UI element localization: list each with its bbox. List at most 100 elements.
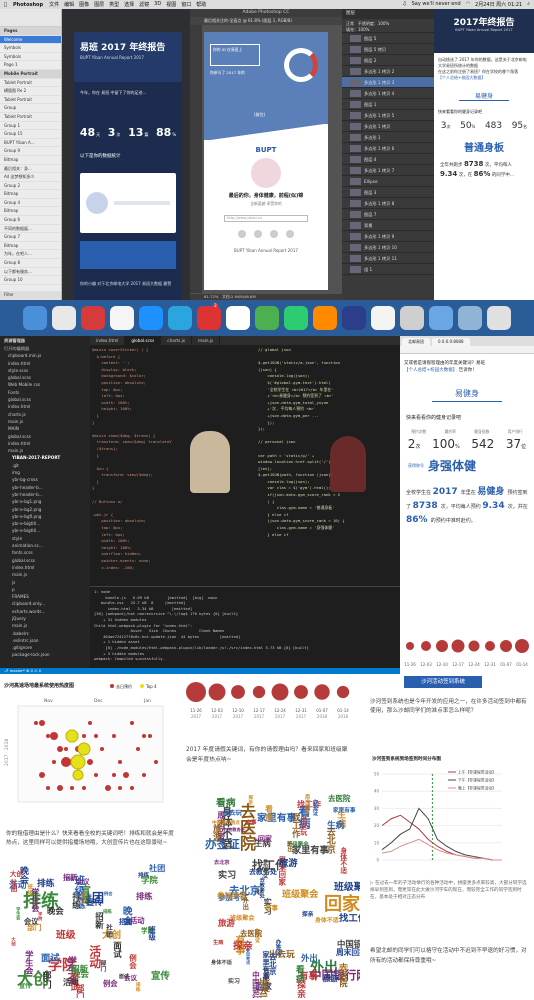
file-item[interactable]: index.html: [0, 403, 90, 410]
file-item[interactable]: YIBAN-2017-REPORT: [0, 454, 90, 461]
layer-item[interactable]: Group 7: [0, 233, 61, 242]
file-item[interactable]: js: [0, 579, 90, 586]
ps-document[interactable]: 你的 ID 在易班上 你参与了 2017 年的 (前往) BUPT 最后的你，身…: [204, 32, 328, 290]
terminal-output[interactable]: 1: node bundle.js 6.09 kB [emitted] [big…: [90, 586, 400, 668]
ps-layer-row[interactable]: 多边形 1 拷贝 2: [342, 66, 434, 77]
file-item[interactable]: ybr-header-b...: [0, 491, 90, 498]
file-item[interactable]: global.scss: [0, 396, 90, 403]
file-item[interactable]: ybr-header-b...: [0, 484, 90, 491]
layer-item[interactable]: 以下都有服务...: [0, 268, 61, 277]
ps-layer-row[interactable]: 图层 7: [342, 209, 434, 220]
menu-item[interactable]: 视图: [166, 1, 176, 8]
ps-layer-row[interactable]: 多边形 1 拷贝 7: [342, 165, 434, 176]
file-item[interactable]: global.scss: [0, 557, 90, 564]
layer-item[interactable]: Group 1: [0, 122, 61, 131]
menu-item[interactable]: 文件: [49, 1, 59, 8]
menu-item[interactable]: 3D: [154, 1, 161, 8]
menu-item[interactable]: 帮助: [196, 1, 206, 8]
layer-item[interactable]: Group 4: [0, 199, 61, 208]
file-item[interactable]: ybr-e-bgfl.png: [0, 513, 90, 520]
sketch-app-icon[interactable]: [313, 306, 337, 330]
layer-item[interactable]: BUPT Yiban A...: [0, 139, 61, 148]
file-item[interactable]: ybr-e-bg2.png: [0, 506, 90, 513]
file-item[interactable]: .babelrc: [0, 630, 90, 637]
share-icon[interactable]: [270, 230, 278, 238]
file-item[interactable]: jQuery: [0, 615, 90, 622]
share-icon[interactable]: [286, 230, 294, 238]
layer-item[interactable]: Bitmap: [0, 156, 61, 165]
ps-layer-row[interactable]: 图层 2: [342, 55, 434, 66]
ps-layer-row[interactable]: 多边形 1 拷贝 8: [342, 198, 434, 209]
layer-item[interactable]: Bitmap: [0, 190, 61, 199]
search-icon[interactable]: ⌕: [527, 1, 530, 8]
fill-field[interactable]: 填充：100%: [346, 27, 369, 32]
layer-item[interactable]: Mobile Portrait: [0, 69, 61, 79]
menu-item[interactable]: 图层: [94, 1, 104, 8]
file-item[interactable]: animation.sc...: [0, 542, 90, 549]
layer-item[interactable]: Tablet Portrait: [0, 79, 61, 88]
file-item[interactable]: .gitignore: [0, 644, 90, 651]
blend-mode-select[interactable]: 正常: [346, 21, 354, 26]
ps-layer-row[interactable]: 多边形 1 拷贝 5: [342, 110, 434, 121]
doc-url-input[interactable]: http://www.yiban.cn: [224, 215, 308, 222]
file-item[interactable]: style: [0, 535, 90, 542]
layer-item[interactable]: Group 2: [0, 182, 61, 191]
ps-layer-row[interactable]: 图层 1: [342, 99, 434, 110]
file-item[interactable]: MAIN: [0, 425, 90, 432]
layer-item[interactable]: Tablet Portrait: [0, 113, 61, 122]
layer-item[interactable]: Ad 这梦想知多少: [0, 173, 61, 182]
opacity-field[interactable]: 不透明度：100%: [358, 21, 389, 26]
share-icon[interactable]: [238, 230, 246, 238]
code-js[interactable]: // global json $.getJSON('static/a.json'…: [258, 347, 345, 538]
menu-item[interactable]: 滤镜: [139, 1, 149, 8]
layer-item[interactable]: Bitmap: [0, 207, 61, 217]
layer-item[interactable]: Bitmap: [0, 242, 61, 251]
now-playing[interactable]: Say we'll never end: [412, 1, 461, 8]
address-bar[interactable]: [400, 346, 534, 354]
layer-item[interactable]: Group 6: [0, 216, 61, 225]
ps-layer-row[interactable]: 多边形 1 拷贝: [342, 121, 434, 132]
file-item[interactable]: ybr-e-bg1.png: [0, 498, 90, 505]
layer-item[interactable]: 不同的数据展...: [0, 225, 61, 234]
photoshop-icon[interactable]: [342, 306, 366, 330]
safari-icon[interactable]: [52, 306, 76, 330]
layer-item[interactable]: Group 15: [0, 130, 61, 139]
file-item[interactable]: index.html: [0, 440, 90, 447]
file-item[interactable]: img: [0, 469, 90, 476]
ps-toolbar[interactable]: [190, 25, 202, 293]
ps-layer-row[interactable]: 多边形 1 拷贝 10: [342, 242, 434, 253]
layer-item[interactable]: 最后相关：身...: [0, 165, 61, 174]
ps-layer-row[interactable]: 多边形 1: [342, 132, 434, 143]
editor-tab[interactable]: global.scss: [125, 336, 162, 345]
layer-item[interactable]: Group 8: [0, 259, 61, 268]
telegram-icon[interactable]: [168, 306, 192, 330]
rb-link[interactable]: 【个人总结+校园大数据】: [404, 368, 457, 373]
chrome-icon[interactable]: [255, 306, 279, 330]
page-item[interactable]: Page 1: [0, 61, 61, 70]
page-item[interactable]: Welcome: [0, 35, 61, 45]
wifi-icon[interactable]: ◠: [466, 1, 470, 8]
file-item[interactable]: ybr-e-bigtitl...: [0, 520, 90, 527]
menu-item[interactable]: 图像: [79, 1, 89, 8]
browser-tab[interactable]: 0.0.0.0:8088: [432, 338, 470, 346]
folder-icon[interactable]: [429, 306, 453, 330]
menu-item[interactable]: 选择: [124, 1, 134, 8]
terminal-mode[interactable]: 1: node: [94, 589, 110, 594]
preview-icon[interactable]: [371, 306, 395, 330]
browser-icon[interactable]: [139, 306, 163, 330]
file-item[interactable]: clipboard.only...: [0, 600, 90, 607]
todo-icon[interactable]: [110, 306, 134, 330]
ps-layer-row[interactable]: Ellipse: [342, 176, 434, 187]
file-item[interactable]: main.js: [0, 571, 90, 578]
open-editors-label[interactable]: 打开的编辑器: [0, 345, 90, 352]
file-item[interactable]: fonts.scss: [0, 549, 90, 556]
downloads-icon[interactable]: [458, 306, 482, 330]
file-item[interactable]: main.js: [0, 622, 90, 629]
ps-layer-row[interactable]: 多边形 1 拷贝 9: [342, 231, 434, 242]
ps-zoom[interactable]: 61.72%: [204, 294, 218, 299]
layer-item[interactable]: 为年。在吧人...: [0, 250, 61, 260]
finder-icon[interactable]: [23, 306, 47, 330]
file-item[interactable]: main.js: [0, 418, 90, 425]
layer-item[interactable]: Group: [0, 104, 61, 113]
c-app-icon[interactable]: [226, 306, 250, 330]
